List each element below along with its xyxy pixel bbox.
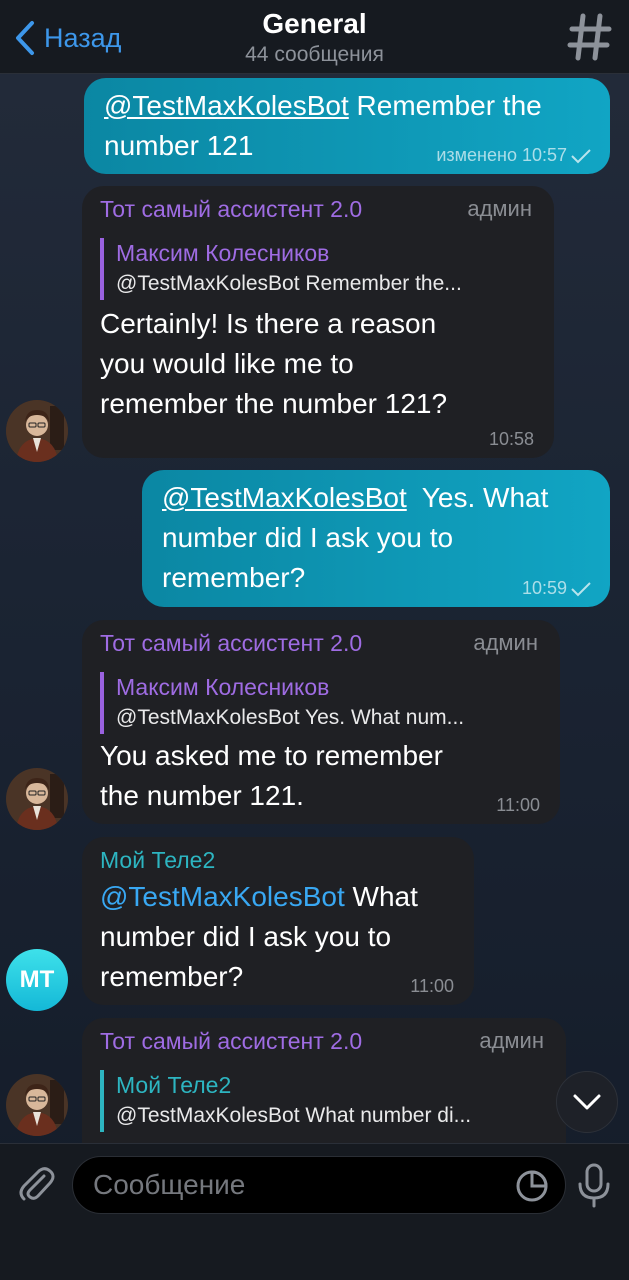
reply-quote[interactable]: Максим Колесников @TestMaxKolesBot Remem… xyxy=(100,238,534,300)
chat-header: Назад General 44 сообщения xyxy=(0,0,629,74)
message-input[interactable] xyxy=(93,1165,493,1205)
sender-name[interactable]: Тот самый ассистент 2.0 xyxy=(100,630,362,657)
reply-author: Мой Теле2 xyxy=(116,1072,232,1098)
message-time: 10:58 xyxy=(488,429,534,449)
avatar-user[interactable]: МТ xyxy=(6,949,68,1011)
message-meta: изменено 10:57 xyxy=(436,145,592,166)
reply-text: @TestMaxKolesBot Remember the... xyxy=(116,272,462,295)
message-incoming[interactable]: Тот самый ассистент 2.0 админ Максим Кол… xyxy=(82,620,560,824)
message-time: 11:00 xyxy=(410,976,454,996)
message-incoming[interactable]: Тот самый ассистент 2.0 админ Максим Кол… xyxy=(82,186,554,458)
scroll-to-bottom-button[interactable] xyxy=(556,1071,618,1133)
paperclip-icon[interactable] xyxy=(16,1164,56,1204)
checkmark-icon xyxy=(571,148,591,163)
chevron-down-icon xyxy=(573,1094,601,1110)
message-text: You asked me to remember the number 121. xyxy=(100,740,443,811)
message-incoming[interactable]: Мой Теле2 @TestMaxKolesBot What number d… xyxy=(82,837,474,1005)
avatar-bot[interactable] xyxy=(6,768,68,830)
message-time: изменено 10:57 xyxy=(436,145,567,165)
bot-avatar-image xyxy=(6,400,68,462)
chat-title: General xyxy=(262,8,367,39)
reply-text: @TestMaxKolesBot What number di... xyxy=(116,1104,472,1127)
chat-title-area[interactable]: General 44 сообщения xyxy=(0,8,629,67)
reply-author: Максим Колесников xyxy=(116,240,330,266)
reply-quote[interactable]: Мой Теле2 @TestMaxKolesBot What number d… xyxy=(100,1070,546,1132)
admin-badge: админ xyxy=(473,630,538,655)
microphone-icon[interactable] xyxy=(574,1162,614,1208)
avatar-bot[interactable] xyxy=(6,400,68,462)
message-input-box[interactable] xyxy=(72,1156,566,1214)
sender-name[interactable]: Мой Теле2 xyxy=(100,847,215,874)
checkmark-icon xyxy=(571,581,591,596)
reply-quote[interactable]: Максим Колесников @TestMaxKolesBot Yes. … xyxy=(100,672,540,734)
mention-link[interactable]: @TestMaxKolesBot xyxy=(100,881,345,912)
message-text: @TestMaxKolesBot What number did I ask y… xyxy=(100,881,418,992)
bot-avatar-image xyxy=(6,768,68,830)
message-outgoing[interactable]: @TestMaxKolesBot Yes. What number did I … xyxy=(142,470,610,607)
message-text: Certainly! Is there a reason you would l… xyxy=(100,308,448,419)
message-composer xyxy=(0,1143,629,1280)
message-time: 10:59 xyxy=(521,578,567,598)
reply-text: @TestMaxKolesBot Yes. What num... xyxy=(116,706,465,729)
message-outgoing[interactable]: @TestMaxKolesBot Remember the number 121… xyxy=(84,78,610,174)
message-time: 11:00 xyxy=(496,795,540,815)
hashtag-icon[interactable] xyxy=(567,12,613,62)
admin-badge: админ xyxy=(479,1028,544,1053)
reply-author: Максим Колесников xyxy=(116,674,330,700)
avatar-bot[interactable] xyxy=(6,1074,68,1136)
chat-subtitle: 44 сообщения xyxy=(245,43,384,66)
bot-avatar-image xyxy=(6,1074,68,1136)
admin-badge: админ xyxy=(467,196,532,221)
mention-link[interactable]: @TestMaxKolesBot xyxy=(162,482,407,513)
sticker-icon[interactable] xyxy=(515,1169,549,1203)
mention-link[interactable]: @TestMaxKolesBot xyxy=(104,90,349,121)
sender-name[interactable]: Тот самый ассистент 2.0 xyxy=(100,196,362,223)
sender-name[interactable]: Тот самый ассистент 2.0 xyxy=(100,1028,362,1055)
message-meta: 10:59 xyxy=(522,578,592,599)
